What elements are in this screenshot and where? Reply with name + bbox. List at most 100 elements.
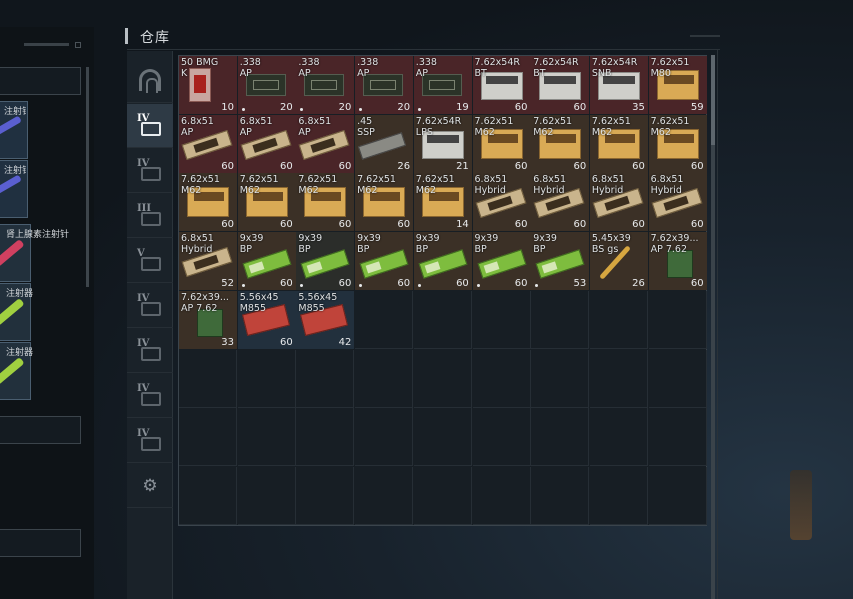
ammo-item[interactable]: 9x39 BP 60 — [413, 232, 472, 291]
grid-cell[interactable] — [355, 349, 414, 408]
tab-stash-iv-a[interactable]: IV — [127, 104, 173, 148]
ammo-item[interactable]: .338 AP 20 — [355, 56, 414, 114]
left-slot-item[interactable]: 注射器 — [0, 283, 33, 341]
item-name: 7.62x39... AP 7.62 — [181, 291, 229, 314]
ammo-item[interactable]: 7.62x51 M62 60 — [472, 114, 531, 173]
item-count: 60 — [456, 278, 469, 290]
grid-cell[interactable] — [413, 408, 472, 467]
left-panel-collapse-icon[interactable] — [75, 42, 81, 48]
grid-cell[interactable] — [179, 408, 237, 467]
grid-cell[interactable] — [355, 408, 414, 467]
item-name: 9x39 BP — [533, 233, 557, 256]
ammo-item[interactable]: 7.62x51 M62 60 — [355, 173, 414, 232]
ammo-item[interactable]: 7.62x51 M62 60 — [296, 173, 355, 232]
grid-cell[interactable] — [413, 290, 472, 349]
item-count: 60 — [338, 219, 352, 231]
ammo-item[interactable]: .338 AP 19 — [413, 56, 472, 114]
ammo-item[interactable]: 50 BMG K 10 — [179, 56, 237, 114]
grid-cell[interactable] — [296, 466, 355, 525]
left-panel-section-bar[interactable] — [0, 416, 81, 444]
ammo-item[interactable]: 6.8x51 Hybrid 60 — [589, 173, 648, 232]
ammo-item[interactable]: 6.8x51 Hybrid 60 — [472, 173, 531, 232]
grid-cell[interactable] — [179, 349, 237, 408]
left-slot-item[interactable]: 肾上腺素注射针 — [0, 224, 69, 282]
ammo-item[interactable]: 7.62x51 M62 60 — [237, 173, 296, 232]
left-slot-item[interactable]: 注射针 — [0, 160, 28, 218]
ammo-item[interactable]: 6.8x51 AP 60 — [237, 114, 296, 173]
tab-stash-iv-d[interactable]: IV — [127, 329, 173, 373]
grid-cell[interactable] — [472, 290, 531, 349]
ammo-item[interactable]: 7.62x51 M62 60 — [648, 114, 707, 173]
grid-cell[interactable] — [648, 466, 707, 525]
ammo-item[interactable]: 7.62x51 M62 60 — [589, 114, 648, 173]
grid-cell[interactable] — [296, 349, 355, 408]
ammo-item[interactable]: 5.45x39 BS gs 26 — [589, 232, 648, 291]
grid-cell[interactable] — [589, 408, 648, 467]
item-count: 60 — [690, 278, 704, 290]
item-count: 60 — [338, 278, 352, 290]
grid-cell[interactable] — [531, 408, 590, 467]
grid-cell[interactable] — [472, 349, 531, 408]
ammo-item[interactable]: 9x39 BP 60 — [472, 232, 531, 291]
tab-stash-iv-e[interactable]: IV — [127, 374, 173, 418]
grid-cell[interactable] — [237, 349, 296, 408]
left-panel-section-bar[interactable] — [0, 67, 81, 95]
ammo-item[interactable]: 7.62x54R LPS 21 — [413, 114, 472, 173]
tab-home[interactable] — [127, 59, 173, 103]
tab-stash-iv-c[interactable]: IV — [127, 284, 173, 328]
left-slot-item[interactable]: 注射器 — [0, 342, 33, 400]
grid-cell[interactable] — [648, 349, 707, 408]
ammo-item[interactable]: 7.62x54R BT 60 — [531, 56, 590, 114]
ammo-item[interactable]: 7.62x54R SNB 35 — [589, 56, 648, 114]
grid-cell[interactable] — [648, 408, 707, 467]
ammo-item[interactable]: 5.56x45 M855 42 — [296, 290, 355, 349]
item-name: 6.8x51 Hybrid — [533, 174, 567, 197]
grid-cell[interactable] — [531, 466, 590, 525]
grid-cell[interactable] — [355, 466, 414, 525]
ammo-item[interactable]: 7.62x39... AP 7.62 60 — [648, 232, 707, 291]
tab-stash-iii[interactable]: III — [127, 194, 173, 238]
ammo-item[interactable]: 9x39 BP 53 — [531, 232, 590, 291]
ammo-item[interactable]: 6.8x51 Hybrid 52 — [179, 232, 237, 291]
tab-stash-iv-b[interactable]: IV — [127, 149, 173, 193]
ammo-item[interactable]: .338 AP 20 — [296, 56, 355, 114]
left-panel-section-bar[interactable] — [0, 529, 81, 557]
ammo-item[interactable]: 7.62x54R BT 60 — [472, 56, 531, 114]
grid-cell[interactable] — [237, 408, 296, 467]
grid-cell[interactable] — [237, 466, 296, 525]
tab-stash-v[interactable]: V — [127, 239, 173, 283]
left-panel-scrollbar[interactable] — [86, 67, 89, 287]
grid-cell[interactable] — [589, 349, 648, 408]
grid-cell[interactable] — [531, 290, 590, 349]
left-slot-item[interactable]: 注射针 — [0, 101, 28, 159]
ammo-item[interactable]: 7.62x51 M62 60 — [531, 114, 590, 173]
ammo-item[interactable]: 9x39 BP 60 — [296, 232, 355, 291]
tab-stash-iv-f[interactable]: IV — [127, 419, 173, 463]
ammo-item[interactable]: 7.62x51 M62 14 — [413, 173, 472, 232]
grid-cell[interactable] — [472, 466, 531, 525]
ammo-item[interactable]: .45 SSP 26 — [355, 114, 414, 173]
grid-cell[interactable] — [355, 290, 414, 349]
ammo-item[interactable]: 6.8x51 Hybrid 60 — [531, 173, 590, 232]
stash-scrollbar-thumb[interactable] — [711, 55, 715, 145]
ammo-item[interactable]: 9x39 BP 60 — [355, 232, 414, 291]
ammo-item[interactable]: 5.56x45 M855 60 — [237, 290, 296, 349]
grid-cell[interactable] — [589, 466, 648, 525]
ammo-item[interactable]: 6.8x51 AP 60 — [296, 114, 355, 173]
grid-cell[interactable] — [296, 408, 355, 467]
grid-cell[interactable] — [648, 290, 707, 349]
ammo-item[interactable]: 6.8x51 Hybrid 60 — [648, 173, 707, 232]
ammo-item[interactable]: 7.62x51 M80 59 — [648, 56, 707, 114]
ammo-item[interactable]: 9x39 BP 60 — [237, 232, 296, 291]
ammo-item[interactable]: 7.62x51 M62 60 — [179, 173, 237, 232]
ammo-item[interactable]: .338 AP 20 — [237, 56, 296, 114]
ammo-item[interactable]: 7.62x39... AP 7.62 33 — [179, 290, 237, 349]
grid-cell[interactable] — [531, 349, 590, 408]
ammo-item[interactable]: 6.8x51 AP 60 — [179, 114, 237, 173]
tab-settings[interactable]: ⚙ — [127, 464, 173, 508]
grid-cell[interactable] — [179, 466, 237, 525]
grid-cell[interactable] — [413, 466, 472, 525]
grid-cell[interactable] — [472, 408, 531, 467]
grid-cell[interactable] — [413, 349, 472, 408]
grid-cell[interactable] — [589, 290, 648, 349]
